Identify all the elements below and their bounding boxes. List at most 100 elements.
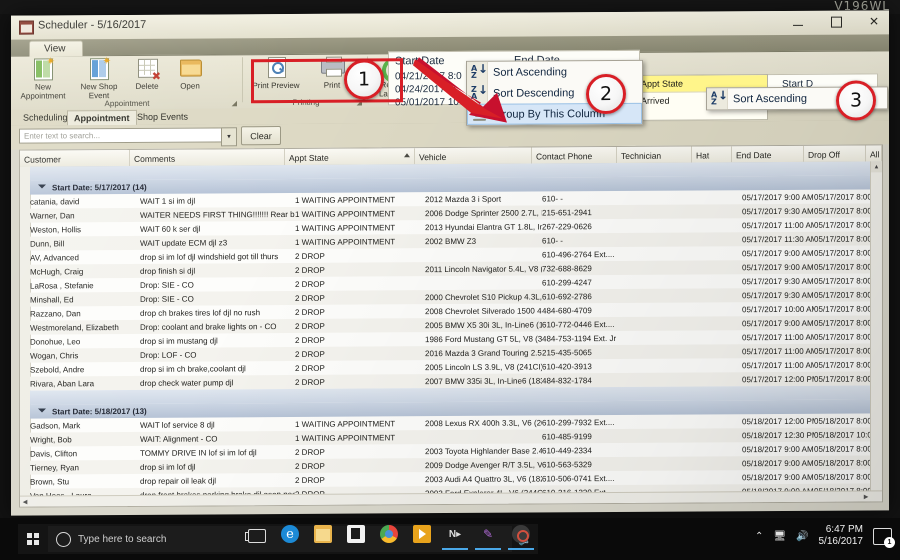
cell-technician bbox=[627, 190, 702, 204]
vertical-scrollbar[interactable]: ▲ ▼ bbox=[870, 161, 882, 502]
cell-appt-state: 1 WAITING APPOINTMENT bbox=[295, 419, 396, 429]
cell-vehicle: 2012 Mazda 3 i Sport bbox=[425, 194, 502, 205]
system-tray: ⌃ 🖥 🔊 6:47 PM 5/16/2017 1 bbox=[755, 524, 895, 548]
cell-phone: 610-496-2764 Ext.... bbox=[542, 249, 615, 260]
ribbon-tab-view[interactable]: View bbox=[29, 40, 83, 57]
action-center-badge: 1 bbox=[884, 536, 895, 548]
column-header-end-date[interactable]: End Date bbox=[732, 145, 804, 163]
tab-shop-events[interactable]: Shop Events bbox=[131, 110, 194, 124]
cell-technician bbox=[627, 330, 702, 344]
cell-customer: AV, Advanced bbox=[30, 253, 79, 263]
cell-comments: drop si im mustang djl bbox=[140, 336, 218, 346]
tab-appointment[interactable]: Appointment bbox=[67, 109, 137, 126]
tab-scheduling[interactable]: Scheduling bbox=[17, 110, 74, 124]
cell-customer: Razzano, Dan bbox=[30, 309, 81, 319]
notepad-app-icon[interactable]: N▸ bbox=[442, 525, 468, 550]
cell-customer: Rivara, Aban Lara bbox=[30, 379, 95, 389]
column-header-hat[interactable]: Hat bbox=[692, 146, 732, 163]
cell-drop-off: 05/18/2017 8:00 AM bbox=[814, 472, 876, 482]
cell-hat bbox=[702, 414, 742, 428]
cell-end-date: 05/17/2017 11:00 AM bbox=[742, 346, 814, 357]
cell-end-date: 05/17/2017 9:30 AM bbox=[742, 290, 814, 301]
cell-appt-state: 1 WAITING APPOINTMENT bbox=[295, 223, 396, 233]
column-header-comments[interactable]: Comments bbox=[130, 149, 285, 166]
delete-button[interactable]: ✖ Delete bbox=[127, 57, 167, 91]
clock-time: 6:47 PM bbox=[825, 524, 863, 535]
column-header-vehicle[interactable]: Vehicle bbox=[415, 147, 532, 165]
cell-drop-off: 05/18/2017 8:00 AM bbox=[814, 444, 876, 454]
cell-customer: McHugh, Craig bbox=[30, 267, 84, 277]
cell-vehicle: 2003 Audi A4 Quattro 3L, V6 (182CI)... bbox=[425, 474, 542, 485]
app-icon bbox=[19, 20, 34, 35]
column-header-customer[interactable]: Customer bbox=[20, 149, 130, 167]
paint-app-icon[interactable]: ✎ bbox=[475, 525, 501, 550]
cell-hat bbox=[702, 316, 742, 330]
cell-drop-off: 05/17/2017 8:00 AM bbox=[814, 332, 876, 342]
group-collapse-icon[interactable] bbox=[38, 408, 46, 413]
cell-phone: 484-753-1194 Ext. Jr bbox=[542, 333, 617, 344]
cell-end-date: 05/17/2017 12:00 PM bbox=[742, 374, 814, 385]
callout-1-badge: 1 bbox=[344, 59, 384, 100]
cell-customer: Wogan, Chris bbox=[30, 351, 79, 361]
clear-button[interactable]: Clear bbox=[241, 126, 281, 146]
chrome-browser-icon[interactable] bbox=[380, 525, 398, 543]
column-header-drop-off[interactable]: Drop Off bbox=[804, 145, 866, 162]
new-shop-event-button[interactable]: ✷ New Shop Event bbox=[73, 56, 125, 100]
taskbar-clock[interactable]: 6:47 PM 5/16/2017 bbox=[819, 524, 864, 548]
windows-start-icon[interactable] bbox=[18, 533, 48, 545]
cell-comments: WAIT 60 k ser djl bbox=[140, 224, 201, 234]
cell-technician bbox=[627, 442, 702, 456]
cell-end-date: 05/17/2017 9:00 AM bbox=[742, 318, 814, 329]
cell-technician bbox=[627, 232, 702, 246]
cell-customer: Davis, Clifton bbox=[30, 449, 78, 459]
search-input[interactable]: Enter text to search... bbox=[19, 127, 235, 144]
clock-date: 5/16/2017 bbox=[818, 536, 864, 547]
appointments-grid[interactable]: Customer Comments Appt State Vehicle Con… bbox=[19, 144, 883, 508]
cell-drop-off: 05/18/2017 8:00 AM bbox=[814, 416, 876, 426]
cell-vehicle: 2002 BMW Z3 bbox=[425, 236, 477, 247]
microsoft-store-icon[interactable] bbox=[347, 525, 365, 543]
cell-customer: Szebold, Andre bbox=[30, 365, 85, 375]
cell-hat bbox=[702, 456, 742, 470]
new-appointment-button[interactable]: ✷ New Appointment bbox=[17, 56, 69, 100]
cell-comments: drop check water pump djl bbox=[140, 378, 234, 388]
cell-phone: 610-420-3913 bbox=[542, 362, 592, 372]
column-header-technician[interactable]: Technician bbox=[617, 146, 692, 163]
cell-comments: Drop: LOF - CO bbox=[140, 350, 197, 360]
media-player-icon[interactable] bbox=[413, 525, 431, 543]
cell-appt-state: 2 DROP bbox=[295, 251, 325, 261]
scheduler-app-icon[interactable] bbox=[508, 525, 534, 550]
column-header-all[interactable]: All ( bbox=[866, 145, 882, 162]
cell-vehicle: 2005 BMW X5 30i 3L, In-Line6 (182C... bbox=[425, 320, 542, 331]
cell-end-date: 05/17/2017 9:00 AM bbox=[742, 262, 814, 273]
task-view-icon[interactable] bbox=[245, 528, 266, 543]
action-center-icon[interactable]: 1 bbox=[873, 527, 895, 548]
chevron-down-icon[interactable]: ▼ bbox=[221, 127, 237, 147]
open-button[interactable]: Open bbox=[169, 56, 211, 91]
minimize-button[interactable] bbox=[787, 13, 809, 31]
cell-appt-state: 2 DROP bbox=[295, 447, 325, 457]
cell-phone: 484-832-1784 bbox=[542, 376, 592, 386]
tray-chevron-icon[interactable]: ⌃ bbox=[755, 531, 763, 542]
maximize-button[interactable] bbox=[825, 13, 847, 31]
close-button[interactable]: ✕ bbox=[863, 12, 885, 30]
cell-comments: drop finish si djl bbox=[140, 266, 196, 276]
network-icon[interactable]: 🖥 bbox=[773, 531, 786, 542]
column-header-contact-phone[interactable]: Contact Phone bbox=[532, 146, 617, 164]
cell-comments: drop si im ch brake,coolant djl bbox=[140, 364, 246, 374]
scroll-right-icon[interactable]: ▶ bbox=[861, 491, 871, 501]
appointment-dialog-launcher[interactable]: ◢ bbox=[232, 99, 237, 107]
volume-icon[interactable]: 🔊 bbox=[796, 531, 808, 542]
edge-browser-icon[interactable]: e bbox=[281, 525, 299, 543]
file-explorer-icon[interactable] bbox=[314, 525, 332, 543]
column-header-appt-state[interactable]: Appt State bbox=[285, 148, 415, 166]
scroll-left-icon[interactable]: ◀ bbox=[20, 497, 30, 507]
cell-end-date: 05/17/2017 11:00 AM bbox=[742, 220, 814, 231]
cell-comments: drop repair oil leak djl bbox=[140, 476, 217, 486]
group-collapse-icon[interactable] bbox=[38, 184, 46, 189]
cell-appt-state: 2 DROP bbox=[295, 349, 325, 359]
cell-end-date: 05/18/2017 12:00 PM bbox=[742, 416, 814, 427]
scroll-up-icon[interactable]: ▲ bbox=[871, 161, 882, 173]
cell-phone: 484-680-4709 bbox=[542, 306, 592, 316]
cell-vehicle: 2008 Chevrolet Silverado 1500 4.8L,... bbox=[425, 306, 542, 317]
